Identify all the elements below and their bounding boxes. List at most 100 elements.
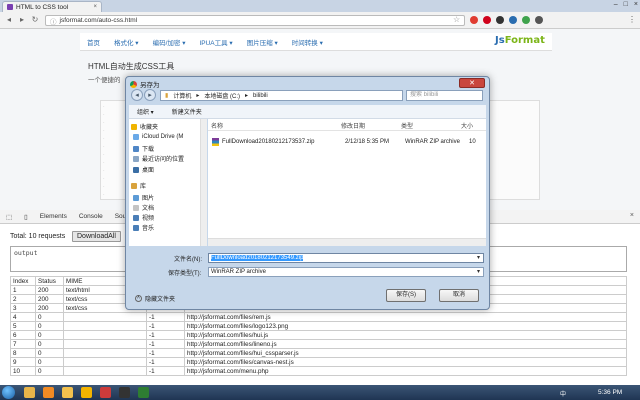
dialog-search-input[interactable]: 搜索 bilibili: [406, 90, 483, 101]
save-button[interactable]: 保存(S): [386, 289, 426, 302]
hide-folders-toggle[interactable]: ˄ 隐藏文件夹: [135, 294, 175, 303]
device-icon[interactable]: ▯: [24, 213, 28, 221]
table-cell: -1: [146, 357, 185, 367]
menu-icon[interactable]: ⋮: [628, 15, 636, 24]
address-bar[interactable]: ⓘ jsformat.com/auto-css.html: [45, 15, 465, 26]
filename-dropdown-icon[interactable]: ▾: [477, 254, 480, 262]
table-cell: 5: [10, 321, 36, 331]
total-requests: Total: 10 requests: [10, 233, 66, 240]
file-row[interactable]: FullDownload20180212173537.zip 2/12/18 5…: [212, 138, 476, 146]
chrome-icon[interactable]: [81, 387, 92, 398]
extension-icon[interactable]: [483, 16, 491, 24]
bookmark-star-icon[interactable]: ☆: [453, 15, 460, 24]
nav-item-label: 库: [140, 184, 147, 190]
file-size: 10: [469, 139, 476, 145]
input-language[interactable]: 中: [560, 389, 566, 398]
path-computer[interactable]: 计算机: [173, 91, 191, 100]
extension-icon[interactable]: [470, 16, 478, 24]
col-size[interactable]: 大小: [458, 121, 486, 130]
site-logo[interactable]: JsFormat: [495, 35, 545, 46]
extension-icon[interactable]: [535, 16, 543, 24]
table-cell: 0: [35, 366, 64, 376]
nav-item[interactable]: 桌面: [133, 165, 154, 174]
winrar-file-icon: [212, 138, 219, 146]
nav-item-label: 视频: [142, 216, 155, 222]
download-all-button[interactable]: DownloadAll: [72, 231, 121, 242]
reload-icon[interactable]: ↻: [30, 15, 40, 25]
dialog-back-icon[interactable]: ◂: [131, 89, 143, 101]
tab-close-icon[interactable]: ×: [93, 4, 97, 10]
nav-item-label: 音乐: [142, 226, 155, 232]
nav-item[interactable]: 音乐: [133, 223, 154, 232]
nav-item[interactable]: 文档: [133, 203, 154, 212]
download-folder-icon: [133, 145, 139, 152]
nav-item[interactable]: 图片: [133, 193, 154, 202]
nav-home[interactable]: 首页: [87, 37, 100, 47]
table-cell: 3: [10, 303, 36, 313]
dialog-nav-pane: 收藏夹 iCloud Drive (M 下载 最近访问的位置 桌面库图片 文档视频音乐: [129, 119, 207, 246]
nav-ipua[interactable]: IPUA工具 ▾: [199, 37, 232, 47]
videos-icon: [133, 214, 139, 221]
dialog-forward-icon[interactable]: ▸: [144, 89, 156, 101]
nav-encode[interactable]: 编码/加密 ▾: [153, 37, 186, 47]
browser-tab[interactable]: HTML to CSS tool ×: [2, 1, 102, 12]
media-player-icon[interactable]: [43, 387, 54, 398]
nav-item[interactable]: iCloud Drive (M: [133, 134, 183, 140]
forward-icon[interactable]: ▸: [17, 15, 27, 25]
nav-item[interactable]: 下载: [133, 144, 154, 153]
clock[interactable]: 5:36 PM: [598, 389, 622, 396]
dialog-path-bar[interactable]: ▮ 计算机 ▸ 本地磁盘 (C:) ▸ bilibili: [160, 90, 403, 101]
start-button[interactable]: [2, 386, 15, 399]
filename-input[interactable]: FullDownload20180212173549.zip ▾: [208, 253, 484, 263]
inspect-icon[interactable]: ⬚: [6, 213, 12, 221]
col-name[interactable]: 名称: [208, 121, 338, 130]
gutter-mark: ·: [103, 160, 105, 166]
nav-item[interactable]: 收藏夹: [131, 122, 158, 131]
dialog-close-button[interactable]: ✕: [459, 78, 485, 88]
organize-button[interactable]: 组织 ▾: [137, 107, 154, 116]
extension-icon[interactable]: [522, 16, 530, 24]
file-list-scrollbar[interactable]: [208, 238, 486, 246]
gutter-mark: ·: [103, 112, 105, 118]
col-type[interactable]: 类型: [398, 121, 458, 130]
gutter-mark: ·: [103, 104, 105, 110]
devtools-close-icon[interactable]: ×: [630, 212, 634, 219]
filename-label: 文件名(N):: [174, 257, 202, 263]
table-row: 6 0 -1 http://jsformat.com/files/hui.js: [10, 330, 627, 340]
table-cell: -1: [146, 321, 185, 331]
editor-icon[interactable]: [138, 387, 149, 398]
nav-item[interactable]: 库: [131, 181, 146, 190]
nav-format[interactable]: 格式化 ▾: [114, 37, 139, 47]
new-folder-button[interactable]: 新建文件夹: [172, 107, 202, 116]
path-folder[interactable]: bilibili: [253, 93, 268, 99]
nav-item[interactable]: 最近访问的位置: [133, 154, 184, 163]
explorer-icon[interactable]: [24, 387, 35, 398]
chrome-icon: [130, 80, 137, 88]
gutter-mark: ·: [103, 128, 105, 134]
back-icon[interactable]: ◂: [4, 15, 14, 25]
table-cell: 0: [35, 348, 64, 358]
nav-time[interactable]: 时间转换 ▾: [292, 37, 323, 47]
tab-elements[interactable]: Elements: [40, 213, 67, 220]
window-close-icon[interactable]: ×: [634, 1, 638, 8]
minimize-icon[interactable]: –: [614, 1, 618, 8]
gutter-mark: ·: [103, 168, 105, 174]
extension-icon[interactable]: [509, 16, 517, 24]
tab-console[interactable]: Console: [79, 213, 103, 220]
maximize-icon[interactable]: □: [624, 1, 628, 8]
table-cell: -1: [146, 366, 185, 376]
extension-icon[interactable]: [496, 16, 504, 24]
col-date[interactable]: 修改日期: [338, 121, 398, 130]
cancel-button[interactable]: 取消: [439, 289, 479, 302]
path-drive[interactable]: 本地磁盘 (C:): [204, 91, 240, 100]
nav-item-label: iCloud Drive (M: [142, 134, 184, 140]
gutter-mark: ·: [103, 176, 105, 182]
terminal-icon[interactable]: [119, 387, 130, 398]
nav-item[interactable]: 视频: [133, 213, 154, 222]
nav-image[interactable]: 图片压缩 ▾: [247, 37, 278, 47]
nav-scrollbar[interactable]: [200, 119, 207, 246]
folder-icon[interactable]: [62, 387, 73, 398]
app-icon[interactable]: [100, 387, 111, 398]
dialog-title: 另存为: [130, 79, 160, 89]
filetype-select[interactable]: WinRAR ZIP archive ▾: [208, 267, 484, 277]
